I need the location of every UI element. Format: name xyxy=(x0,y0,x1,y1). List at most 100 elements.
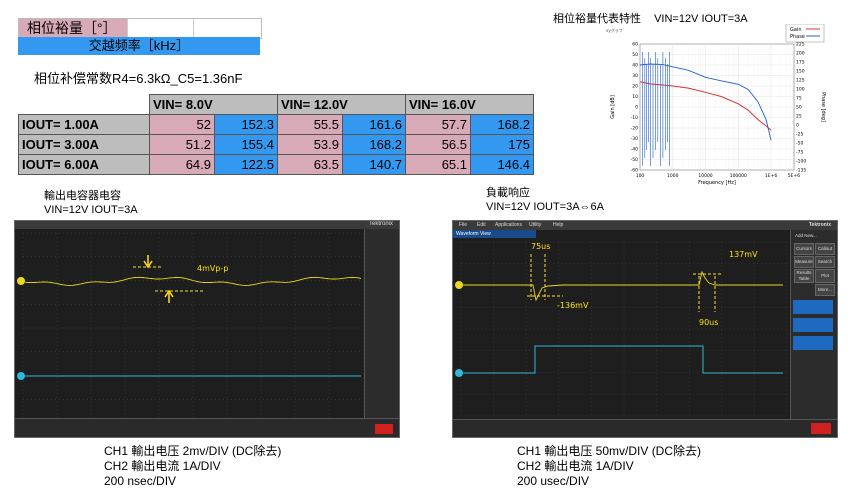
bode-x-tick: 10000 xyxy=(698,173,712,179)
scope2-caption-time: 200 usec/DIV xyxy=(517,474,590,488)
scope1-run-button[interactable] xyxy=(375,424,393,434)
cell-freq: 155.4 xyxy=(214,134,278,155)
scope2-sidebar: Add New... Cursors Callout Measure Searc… xyxy=(790,230,837,420)
table-row: IOUT= 6.00A 64.9 122.5 63.5 140.7 65.1 1… xyxy=(18,154,534,175)
legend-phase-margin: 相位裕量［°］ xyxy=(18,18,262,39)
scope1-caption-ch2: CH2 輸出电流 1A/DIV xyxy=(104,459,221,473)
bode-y-tick: 40 xyxy=(632,63,638,69)
search-button[interactable]: Search xyxy=(815,256,835,268)
scope2-status-bar xyxy=(453,419,837,437)
menu-help[interactable]: Help xyxy=(553,222,563,228)
more-button[interactable]: More... xyxy=(815,284,835,296)
scope2-captions: CH1 輸出电压 50mv/DIV (DC除去) CH2 輸出电流 1A/DIV… xyxy=(517,444,701,489)
bode-y2-tick: 200 xyxy=(796,51,805,57)
table-header-vin12: VIN= 12.0V xyxy=(277,94,406,115)
bode-corner-label: xyグラフ xyxy=(606,27,623,33)
bode-plot: xyグラフ Gain Phase 6050403020100-10-20-30-… xyxy=(606,24,826,186)
cell-phase: 51.2 xyxy=(149,134,215,155)
cell-phase: 53.9 xyxy=(277,134,343,155)
scope2-brand: Tektronix xyxy=(808,222,831,228)
scope2-caption-ch2: CH2 輸出电流 1A/DIV xyxy=(517,459,634,473)
bode-y-tick: -40 xyxy=(631,147,638,153)
row-label: IOUT= 3.00A xyxy=(18,134,150,155)
cell-phase: 65.1 xyxy=(405,154,471,175)
scope2-waveform: 75us 137mV -136mV 90us xyxy=(455,241,788,417)
scope2-title: 負載响应 xyxy=(486,187,530,199)
scope1-brand: Tektronix xyxy=(368,221,393,227)
bode-y2-tick: 75 xyxy=(796,96,802,102)
bode-y2-tick: 25 xyxy=(796,114,802,120)
bode-x-tick: 1E+6 xyxy=(765,173,777,179)
menu-applications[interactable]: Applications xyxy=(495,222,522,228)
scope2-ch1-marker xyxy=(455,281,463,289)
ann-90us: 90us xyxy=(699,318,718,327)
row-label: IOUT= 1.00A xyxy=(18,114,150,135)
bode-y-tick: 30 xyxy=(632,73,638,79)
bode-ylabel-right: Phase [deg] xyxy=(820,92,826,122)
ann-137mv: 137mV xyxy=(729,250,758,259)
scope1-ch2-marker xyxy=(17,372,25,380)
cell-phase: 63.5 xyxy=(277,154,343,175)
row-label: IOUT= 6.00A xyxy=(18,154,150,175)
cell-phase: 52 xyxy=(149,114,215,135)
bode-y-tick: 20 xyxy=(632,84,638,90)
compensation-constant: 相位补偿常数R4=6.3kΩ_C5=1.36nF xyxy=(34,71,243,86)
cell-freq: 161.6 xyxy=(342,114,406,135)
bode-y2-tick: 175 xyxy=(796,60,805,66)
cell-phase: 55.5 xyxy=(277,114,343,135)
table-header-blank xyxy=(18,94,150,115)
scope2-condition: VIN=12V IOUT=3A⇔6A xyxy=(486,201,604,213)
bode-y-tick: 60 xyxy=(632,42,638,48)
plot-button[interactable]: Plot xyxy=(815,269,835,283)
bode-x-tick: 5E+6 xyxy=(788,173,800,179)
table-row: IOUT= 3.00A 51.2 155.4 53.9 168.2 56.5 1… xyxy=(18,134,534,155)
cell-freq: 175 xyxy=(470,134,534,155)
crossover-freq-label: 交越频率［kHz］ xyxy=(18,37,260,55)
scope1-menubar xyxy=(15,221,399,229)
callout-button[interactable]: Callout xyxy=(815,243,835,255)
ann-minus136mv: -136mV xyxy=(557,301,589,310)
menu-utility[interactable]: Utility xyxy=(529,222,541,228)
bode-xlabel: Frequency [Hz] xyxy=(698,180,736,186)
scope2-heading: 負載响应 VIN=12V IOUT=3A⇔6A xyxy=(486,186,604,214)
bode-x-tick: 100000 xyxy=(730,173,747,179)
scope2-run-button[interactable] xyxy=(811,423,831,434)
scope1-heading: 輸出电容器电容 VIN=12V IOUT=3A xyxy=(44,189,138,217)
bode-y-tick: -50 xyxy=(631,157,638,163)
bode-y2-tick: 125 xyxy=(796,78,805,84)
phase-margin-table: VIN= 8.0V VIN= 12.0V VIN= 16.0V IOUT= 1.… xyxy=(18,94,534,175)
scope1-condition: VIN=12V IOUT=3A xyxy=(44,204,138,216)
bode-y2-tick: -135 xyxy=(796,168,806,174)
menu-file[interactable]: File xyxy=(459,222,467,228)
cell-phase: 57.7 xyxy=(405,114,471,135)
bode-y-tick: -20 xyxy=(631,126,638,132)
bode-y2-tick: 50 xyxy=(796,105,802,111)
scope2-view-tab[interactable]: Waveform View xyxy=(453,230,536,238)
cell-phase: 56.5 xyxy=(405,134,471,155)
phase-margin-label: 相位裕量［°］ xyxy=(19,19,127,38)
results-table-button[interactable]: Results Table xyxy=(794,269,814,283)
bode-y2-tick: -25 xyxy=(796,132,803,138)
table-row: IOUT= 1.00A 52 152.3 55.5 161.6 57.7 168… xyxy=(18,114,534,135)
bode-y2-tick: -75 xyxy=(796,150,803,156)
bode-y2-tick: -50 xyxy=(796,141,803,147)
menu-edit[interactable]: Edit xyxy=(477,222,486,228)
cursors-button[interactable]: Cursors xyxy=(794,243,814,255)
bode-y2-tick: -100 xyxy=(796,159,806,165)
ann-75us: 75us xyxy=(531,242,550,251)
measure-button[interactable]: Measure xyxy=(794,256,814,268)
scope1-caption-ch1: CH1 輸出电压 2mv/DIV (DC除去) xyxy=(104,444,282,458)
scope1-waveform: 4mVp-p xyxy=(17,232,364,424)
bode-y2-tick: 0 xyxy=(796,123,799,129)
scope1-arrow-down-icon xyxy=(143,255,153,269)
add-new-button[interactable]: Add New... xyxy=(795,233,817,238)
legend-phase: Phase xyxy=(790,34,805,40)
bode-ylabel-left: Gain [dB] xyxy=(610,95,616,119)
scope2-ch1-trace xyxy=(461,270,783,302)
table-header-vin8: VIN= 8.0V xyxy=(149,94,278,115)
scope1-title: 輸出电容器电容 xyxy=(44,190,121,202)
cell-phase: 64.9 xyxy=(149,154,215,175)
scope2-menubar: File Edit Applications Utility Help Tekt… xyxy=(453,221,837,230)
cell-freq: 168.2 xyxy=(342,134,406,155)
bode-y2-tick: 100 xyxy=(796,87,805,93)
